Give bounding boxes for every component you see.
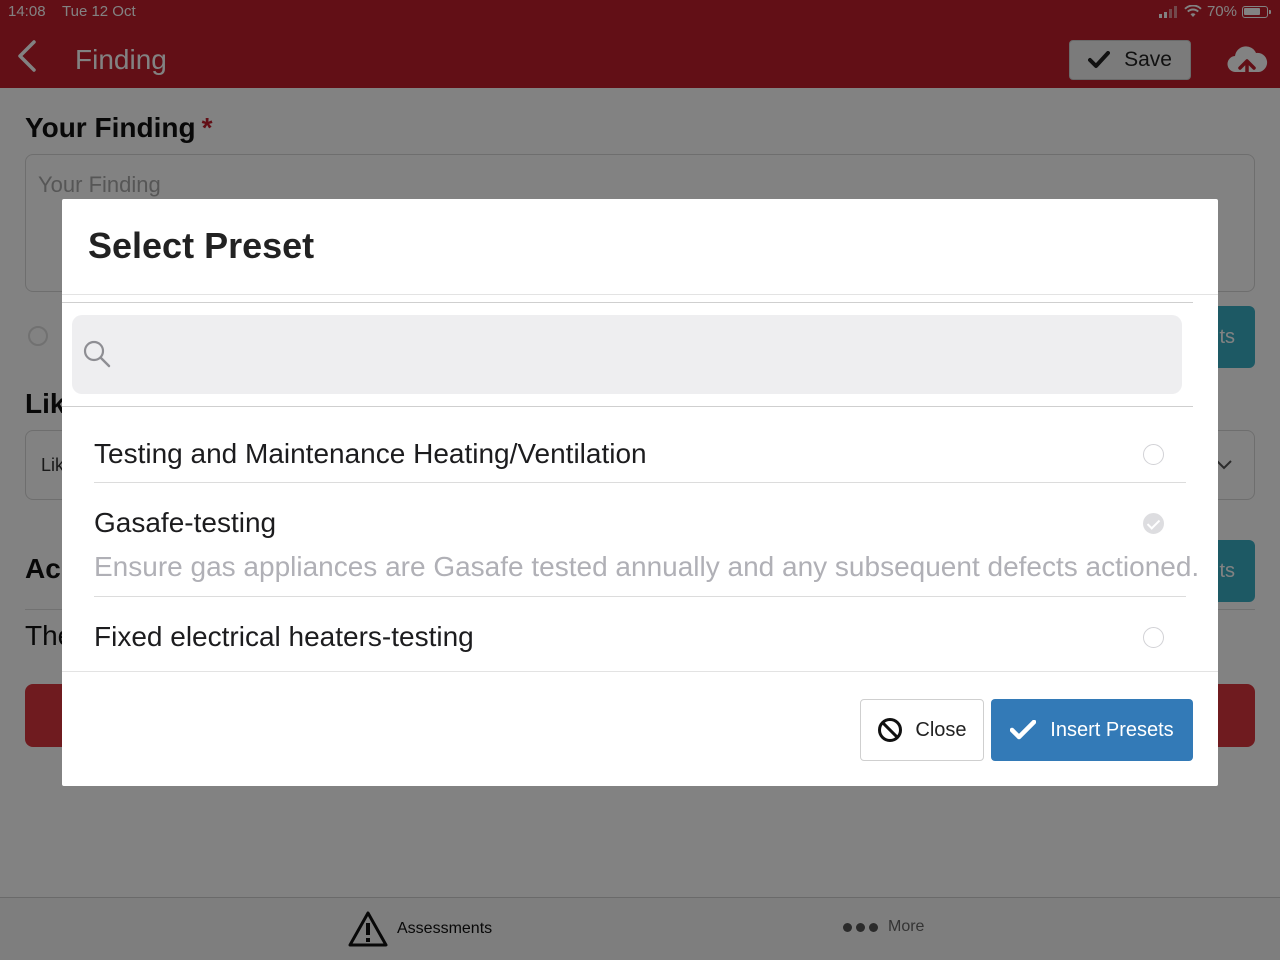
modal-footer-divider bbox=[62, 671, 1218, 672]
close-label: Close bbox=[915, 718, 967, 741]
insert-presets-label: Insert Presets bbox=[1050, 718, 1174, 741]
divider bbox=[62, 302, 1193, 303]
modal-title: Select Preset bbox=[88, 225, 315, 266]
preset-radio[interactable] bbox=[1143, 627, 1164, 648]
modal-header-divider bbox=[62, 294, 1218, 295]
preset-item-title[interactable]: Fixed electrical heaters-testing bbox=[94, 621, 474, 653]
search-input[interactable] bbox=[120, 326, 1174, 386]
preset-item-title[interactable]: Testing and Maintenance Heating/Ventilat… bbox=[94, 438, 647, 470]
close-button[interactable]: Close bbox=[860, 699, 984, 761]
ban-icon bbox=[878, 718, 903, 742]
preset-radio[interactable] bbox=[1143, 444, 1164, 465]
divider bbox=[94, 482, 1186, 483]
check-icon bbox=[1010, 720, 1037, 740]
preset-item-description: Ensure gas appliances are Gasafe tested … bbox=[94, 551, 1200, 582]
insert-presets-button[interactable]: Insert Presets bbox=[991, 699, 1193, 761]
divider bbox=[94, 596, 1186, 597]
select-preset-modal bbox=[62, 199, 1218, 786]
preset-radio-checked[interactable] bbox=[1143, 513, 1164, 534]
search-icon bbox=[83, 340, 111, 368]
preset-item-title[interactable]: Gasafe-testing bbox=[94, 507, 276, 539]
divider bbox=[62, 406, 1193, 407]
